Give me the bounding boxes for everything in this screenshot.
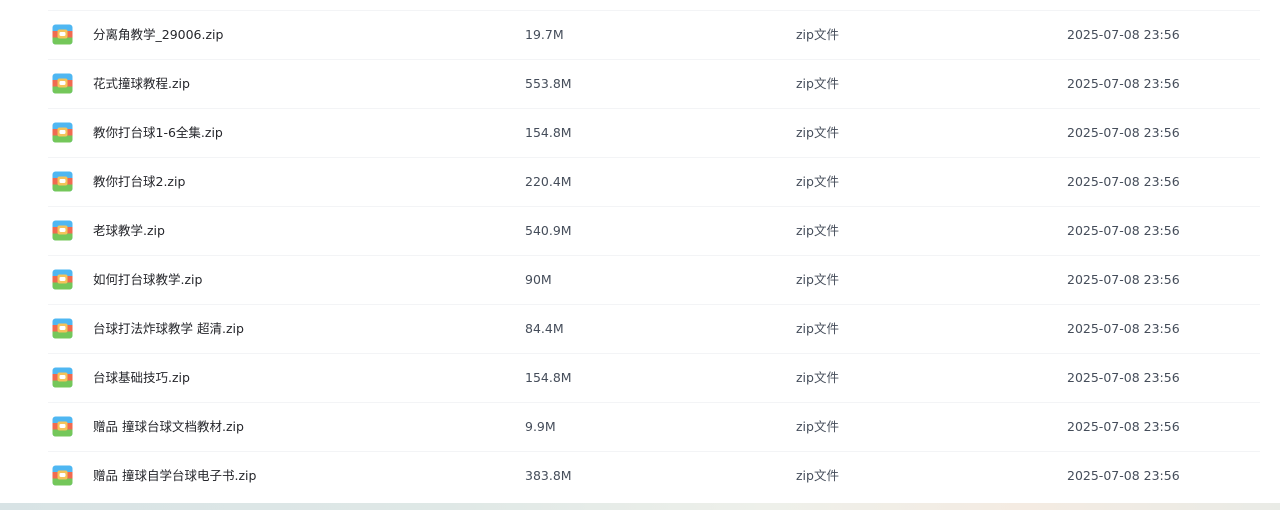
- file-list: 分离角教学_29006.zip 19.7M zip文件 2025-07-08 2…: [48, 10, 1260, 501]
- file-type: zip文件: [796, 76, 839, 91]
- zip-archive-icon: [52, 158, 74, 206]
- zip-archive-icon: [52, 207, 74, 255]
- file-name[interactable]: 教你打台球1-6全集.zip: [93, 109, 223, 157]
- file-type: zip文件: [796, 223, 839, 238]
- file-size: 220.4M: [525, 174, 572, 189]
- file-type: zip文件: [796, 272, 839, 287]
- file-size: 84.4M: [525, 321, 564, 336]
- file-size: 154.8M: [525, 125, 572, 140]
- modified-date: 2025-07-08 23:56: [1067, 223, 1180, 238]
- file-name[interactable]: 台球打法炸球教学 超清.zip: [93, 305, 244, 353]
- file-size: 90M: [525, 272, 552, 287]
- file-row[interactable]: 老球教学.zip 540.9M zip文件 2025-07-08 23:56: [48, 207, 1260, 256]
- modified-date: 2025-07-08 23:56: [1067, 419, 1180, 434]
- file-list-view: 分离角教学_29006.zip 19.7M zip文件 2025-07-08 2…: [0, 0, 1280, 510]
- modified-date: 2025-07-08 23:56: [1067, 370, 1180, 385]
- zip-archive-icon: [52, 452, 74, 500]
- file-type: zip文件: [796, 125, 839, 140]
- file-size: 553.8M: [525, 76, 572, 91]
- file-size: 154.8M: [525, 370, 572, 385]
- modified-date: 2025-07-08 23:56: [1067, 272, 1180, 287]
- file-name[interactable]: 教你打台球2.zip: [93, 158, 185, 206]
- file-type: zip文件: [796, 321, 839, 336]
- file-name[interactable]: 分离角教学_29006.zip: [93, 11, 223, 59]
- file-type: zip文件: [796, 370, 839, 385]
- file-type: zip文件: [796, 468, 839, 483]
- file-row[interactable]: 花式撞球教程.zip 553.8M zip文件 2025-07-08 23:56: [48, 60, 1260, 109]
- modified-date: 2025-07-08 23:56: [1067, 125, 1180, 140]
- file-name[interactable]: 如何打台球教学.zip: [93, 256, 202, 304]
- modified-date: 2025-07-08 23:56: [1067, 27, 1180, 42]
- modified-date: 2025-07-08 23:56: [1067, 174, 1180, 189]
- zip-archive-icon: [52, 354, 74, 402]
- file-size: 9.9M: [525, 419, 556, 434]
- file-name[interactable]: 老球教学.zip: [93, 207, 165, 255]
- file-type: zip文件: [796, 174, 839, 189]
- file-row[interactable]: 台球基础技巧.zip 154.8M zip文件 2025-07-08 23:56: [48, 354, 1260, 403]
- file-name[interactable]: 赠品 撞球台球文档教材.zip: [93, 403, 244, 451]
- file-row[interactable]: 赠品 撞球自学台球电子书.zip 383.8M zip文件 2025-07-08…: [48, 452, 1260, 501]
- file-name[interactable]: 赠品 撞球自学台球电子书.zip: [93, 452, 256, 500]
- file-row[interactable]: 台球打法炸球教学 超清.zip 84.4M zip文件 2025-07-08 2…: [48, 305, 1260, 354]
- file-size: 19.7M: [525, 27, 564, 42]
- zip-archive-icon: [52, 256, 74, 304]
- zip-archive-icon: [52, 109, 74, 157]
- modified-date: 2025-07-08 23:56: [1067, 76, 1180, 91]
- zip-archive-icon: [52, 305, 74, 353]
- file-row[interactable]: 如何打台球教学.zip 90M zip文件 2025-07-08 23:56: [48, 256, 1260, 305]
- zip-archive-icon: [52, 403, 74, 451]
- background-strip: [0, 503, 1280, 510]
- file-row[interactable]: 教你打台球2.zip 220.4M zip文件 2025-07-08 23:56: [48, 158, 1260, 207]
- file-size: 383.8M: [525, 468, 572, 483]
- file-row[interactable]: 赠品 撞球台球文档教材.zip 9.9M zip文件 2025-07-08 23…: [48, 403, 1260, 452]
- modified-date: 2025-07-08 23:56: [1067, 468, 1180, 483]
- file-type: zip文件: [796, 27, 839, 42]
- file-type: zip文件: [796, 419, 839, 434]
- file-row[interactable]: 分离角教学_29006.zip 19.7M zip文件 2025-07-08 2…: [48, 11, 1260, 60]
- file-name[interactable]: 台球基础技巧.zip: [93, 354, 190, 402]
- file-row[interactable]: 教你打台球1-6全集.zip 154.8M zip文件 2025-07-08 2…: [48, 109, 1260, 158]
- zip-archive-icon: [52, 60, 74, 108]
- file-name[interactable]: 花式撞球教程.zip: [93, 60, 190, 108]
- modified-date: 2025-07-08 23:56: [1067, 321, 1180, 336]
- file-size: 540.9M: [525, 223, 572, 238]
- zip-archive-icon: [52, 11, 74, 59]
